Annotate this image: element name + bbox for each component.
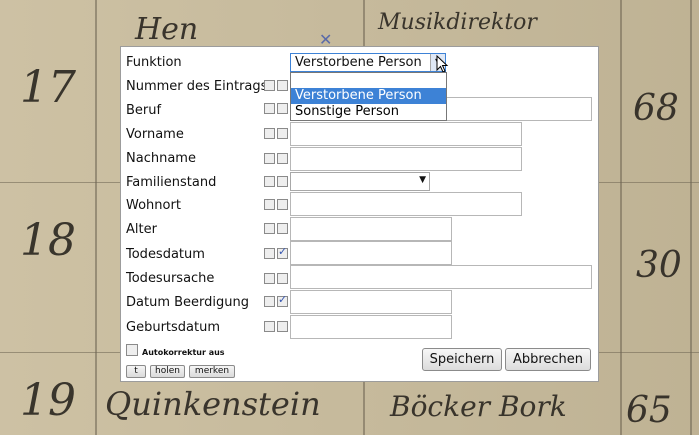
handwriting-decoration: 30 [636, 245, 682, 286]
field-checkbox-b[interactable] [277, 128, 288, 139]
ledger-column-line [95, 0, 97, 435]
funktion-selected-value: Verstorbene Person [295, 55, 422, 70]
field-label-datum-beerdigung: Datum Beerdigung [126, 295, 249, 310]
funktion-label: Funktion [126, 55, 182, 70]
holen-button[interactable]: holen [150, 365, 185, 378]
cancel-button[interactable]: Abbrechen [505, 348, 591, 371]
field-checkbox-a[interactable] [264, 248, 275, 259]
todesdatum-input[interactable] [290, 241, 452, 265]
t-button[interactable]: t [126, 365, 146, 378]
autokorrektur-label: Autokorrektur aus [142, 348, 225, 357]
wohnort-input[interactable] [290, 192, 522, 216]
field-checkbox-b[interactable] [277, 321, 288, 332]
field-checkbox-b[interactable] [277, 199, 288, 210]
field-checkbox-b-checked[interactable] [277, 245, 288, 259]
todesursache-input[interactable] [290, 265, 592, 289]
alter-input[interactable] [290, 217, 452, 241]
field-checkbox-a[interactable] [264, 103, 275, 114]
field-label-todesursache: Todesursache [126, 271, 215, 286]
funktion-select[interactable]: Verstorbene Person ▼ [290, 53, 446, 72]
field-checkbox-b[interactable] [277, 273, 288, 284]
ledger-column-line [620, 0, 622, 435]
geburtsdatum-input[interactable] [290, 315, 452, 339]
field-label-nachname: Nachname [126, 151, 196, 166]
handwriting-decoration: Musikdirektor [378, 10, 537, 35]
save-button[interactable]: Speichern [422, 348, 502, 371]
handwriting-decoration: 68 [633, 88, 679, 129]
field-checkbox-b[interactable] [277, 223, 288, 234]
vorname-input[interactable] [290, 122, 522, 146]
field-checkbox-b[interactable] [277, 153, 288, 164]
option-verstorbene-person[interactable]: Verstorbene Person [291, 88, 446, 104]
field-label-familienstand: Familienstand [126, 175, 217, 190]
funktion-dropdown-list: Verstorbene Person Sonstige Person [290, 72, 447, 121]
handwriting-decoration: 18 [20, 215, 76, 266]
merken-button[interactable]: merken [189, 365, 235, 378]
field-checkbox-b[interactable] [277, 103, 288, 114]
field-checkbox-a[interactable] [264, 128, 275, 139]
field-label-todesdatum: Todesdatum [126, 247, 205, 262]
handwriting-decoration: Quinkenstein [105, 385, 321, 423]
handwriting-decoration: 65 [626, 390, 672, 431]
handwriting-decoration: Böcker Bork [390, 390, 567, 423]
ledger-column-line [690, 0, 692, 435]
beruf-input[interactable] [446, 97, 592, 121]
field-checkbox-a[interactable] [264, 296, 275, 307]
field-checkbox-a[interactable] [264, 80, 275, 91]
field-label-wohnort: Wohnort [126, 198, 181, 213]
field-checkbox-a[interactable] [264, 176, 275, 187]
familienstand-select[interactable]: ▼ [290, 172, 430, 191]
option-sonstige-person[interactable]: Sonstige Person [291, 104, 446, 120]
autokorrektur-checkbox[interactable] [126, 344, 138, 356]
handwriting-decoration: Hen [135, 12, 199, 47]
field-checkbox-a[interactable] [264, 153, 275, 164]
field-label-nummer: Nummer des Eintrags [126, 79, 268, 94]
field-checkbox-a[interactable] [264, 321, 275, 332]
field-label-vorname: Vorname [126, 127, 184, 142]
field-label-geburtsdatum: Geburtsdatum [126, 320, 220, 335]
nachname-input[interactable] [290, 147, 522, 171]
field-checkbox-a[interactable] [264, 223, 275, 234]
handwriting-decoration: 19 [20, 375, 76, 426]
field-checkbox-b[interactable] [277, 176, 288, 187]
field-label-alter: Alter [126, 222, 157, 237]
field-label-beruf: Beruf [126, 103, 162, 118]
handwriting-decoration: 17 [20, 62, 76, 113]
field-checkbox-a[interactable] [264, 273, 275, 284]
field-checkbox-a[interactable] [264, 199, 275, 210]
chevron-down-icon[interactable]: ▼ [419, 175, 426, 185]
field-checkbox-b-checked[interactable] [277, 293, 288, 307]
datum-beerdigung-input[interactable] [290, 290, 452, 314]
field-checkbox-b[interactable] [277, 80, 288, 91]
